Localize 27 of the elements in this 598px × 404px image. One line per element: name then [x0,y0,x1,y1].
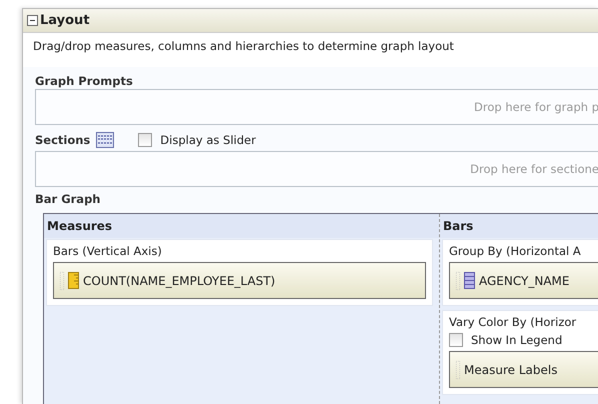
column-item[interactable]: COUNT(NAME_EMPLOYEE_LAST) [53,262,426,299]
drop-zone[interactable]: Group By (Horizontal A AGENCY_NAME [442,239,598,306]
grip-icon [60,272,64,290]
ruler-icon [68,272,79,289]
drop-zone[interactable]: Vary Color By (Horizor Show In Legend Measure Labels [442,310,598,395]
checkbox[interactable] [138,133,152,147]
grip-icon [456,360,460,378]
panel-title: Layout [40,13,90,28]
drop-zone[interactable]: Bars (Vertical Axis) COUNT(NAME_EMPLOYEE_LAST) [46,239,433,306]
section-label: Graph Prompts [35,74,133,88]
section-label: Bar Graph [35,192,100,206]
column-item[interactable]: Measure Labels [449,351,598,388]
panel-description: Drag/drop measures, columns and hierarchies to determine graph layout [33,39,454,53]
zone-label: Vary Color By (Horizor [449,315,578,329]
column-header: Bars [440,214,598,238]
collapse-icon[interactable] [27,15,38,26]
section-label: Sections [35,133,90,147]
checkbox[interactable] [449,333,463,347]
zone-label: Group By (Horizontal A [449,244,582,258]
column-icon [464,272,475,289]
checkbox-label: Display as Slider [160,133,256,147]
column-item[interactable]: AGENCY_NAME [449,262,598,299]
grip-icon [456,272,460,290]
grid-icon[interactable] [96,132,114,148]
zone-label: Bars (Vertical Axis) [53,244,163,258]
column-header: Measures [44,214,439,238]
checkbox-label: Show In Legend [471,333,562,347]
